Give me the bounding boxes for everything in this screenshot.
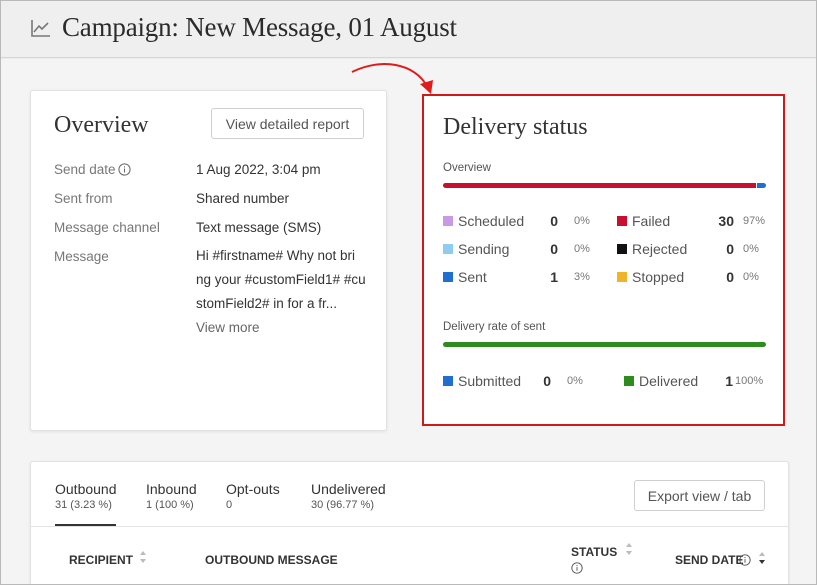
stat-label: Sending — [458, 241, 510, 257]
stat-rejected: Rejected — [617, 241, 687, 257]
send-date-label: Send date — [54, 162, 131, 177]
bar-segment-delivered — [443, 342, 766, 347]
stat-count: 30 — [718, 213, 734, 229]
tab-count: 0 — [226, 499, 233, 511]
stat-percent: 97% — [743, 215, 766, 227]
legend-swatch — [443, 376, 453, 386]
tab-undelivered[interactable]: Undelivered 30 (96.77 %) — [311, 481, 386, 511]
stat-label: Delivered — [639, 373, 699, 389]
stat-count: 0 — [550, 213, 558, 229]
tabs-divider — [31, 526, 788, 527]
stat-count: 0 — [726, 269, 734, 285]
column-header-recipient[interactable]: RECIPIENT — [69, 551, 146, 567]
sort-icon[interactable] — [139, 550, 147, 564]
legend-swatch — [443, 272, 453, 282]
legend-swatch — [617, 244, 627, 254]
stat-label: Rejected — [632, 241, 688, 257]
delivery-status-title: Delivery status — [443, 114, 588, 140]
message-channel-value: Text message (SMS) — [196, 220, 322, 235]
tab-label: Inbound — [146, 481, 197, 497]
legend-swatch — [624, 376, 634, 386]
tab-count: 1 (100 %) — [146, 499, 194, 511]
stat-label: Submitted — [458, 373, 522, 389]
overview-bar-label: Overview — [443, 162, 491, 174]
tab-count: 30 (96.77 %) — [311, 499, 374, 511]
tab-outbound[interactable]: Outbound 31 (3.23 %) — [55, 481, 117, 511]
stat-label: Sent — [458, 269, 487, 285]
stat-percent: 0% — [574, 243, 590, 255]
info-icon[interactable] — [739, 554, 751, 566]
stat-percent: 0% — [743, 243, 759, 255]
stat-count: 0 — [543, 373, 551, 389]
stat-percent: 0% — [567, 375, 583, 387]
message-preview: Hi #firstname# Why not bri ng your #cust… — [196, 244, 368, 340]
page-title: Campaign: New Message, 01 August — [62, 12, 457, 42]
info-icon[interactable] — [117, 163, 131, 176]
message-line: stomField2# in for a fr... — [196, 296, 338, 311]
delivery-rate-label: Delivery rate of sent — [443, 321, 546, 333]
stat-percent: 100% — [735, 375, 764, 387]
line-chart-icon — [31, 20, 50, 37]
message-channel-label: Message channel — [54, 220, 160, 235]
tab-opt-outs[interactable]: Opt-outs 0 — [226, 481, 280, 511]
stat-delivered: Delivered — [624, 373, 698, 389]
export-view-button[interactable]: Export view / tab — [634, 480, 765, 511]
legend-swatch — [443, 244, 453, 254]
view-more-link[interactable]: View more — [196, 316, 368, 340]
delivery-status-card: Delivery status Overview Scheduled 0 0% Sen… — [422, 94, 785, 426]
page-header: Campaign: New Message, 01 August — [1, 1, 816, 58]
sent-from-label: Sent from — [54, 191, 113, 206]
bar-segment-sent — [755, 183, 766, 188]
stat-submitted: Submitted — [443, 373, 521, 389]
messages-table-card: Outbound 31 (3.23 %) Inbound 1 (100 %) O… — [30, 461, 789, 585]
view-detailed-report-button[interactable]: View detailed report — [211, 108, 364, 139]
tab-inbound[interactable]: Inbound 1 (100 %) — [146, 481, 197, 511]
message-label: Message — [54, 249, 109, 264]
stat-count: 0 — [550, 241, 558, 257]
stat-sent: Sent — [443, 269, 487, 285]
info-icon[interactable] — [571, 562, 583, 574]
bar-segment-failed — [443, 183, 756, 188]
stat-label: Stopped — [632, 269, 685, 285]
message-line: Hi #firstname# Why not bri — [196, 248, 356, 263]
stat-label: Failed — [632, 213, 671, 229]
sort-icon[interactable] — [625, 542, 633, 556]
stat-scheduled: Scheduled — [443, 213, 524, 229]
stat-count: 0 — [726, 241, 734, 257]
tab-label: Opt-outs — [226, 481, 280, 497]
stat-label: Scheduled — [458, 213, 525, 229]
overview-title: Overview — [54, 112, 149, 138]
sort-descending-icon[interactable] — [758, 551, 766, 565]
overview-card: Overview View detailed report Send date … — [30, 90, 387, 431]
column-header-status[interactable]: STATUS — [571, 543, 632, 574]
stat-percent: 0% — [743, 271, 759, 283]
stat-percent: 0% — [574, 215, 590, 227]
delivery-rate-bar — [443, 342, 766, 347]
stat-failed: Failed — [617, 213, 670, 229]
stat-count: 1 — [550, 269, 558, 285]
legend-swatch — [617, 272, 627, 282]
sent-from-value: Shared number — [196, 191, 290, 206]
send-date-value: 1 Aug 2022, 3:04 pm — [196, 162, 321, 177]
message-line: ng your #customField1# #cu — [196, 272, 366, 287]
stat-percent: 3% — [574, 271, 590, 283]
annotation-arrow-icon — [351, 63, 433, 94]
legend-swatch — [443, 216, 453, 226]
stat-stopped: Stopped — [617, 269, 684, 285]
tab-label: Undelivered — [311, 481, 386, 497]
column-header-outbound-message: OUTBOUND MESSAGE — [205, 553, 338, 567]
legend-swatch — [617, 216, 627, 226]
stat-count: 1 — [725, 373, 733, 389]
tab-count: 31 (3.23 %) — [55, 499, 112, 511]
overview-stacked-bar — [443, 183, 766, 188]
tab-label: Outbound — [55, 481, 117, 497]
column-header-send-date[interactable]: SEND DATE — [675, 552, 765, 567]
stat-sending: Sending — [443, 241, 509, 257]
